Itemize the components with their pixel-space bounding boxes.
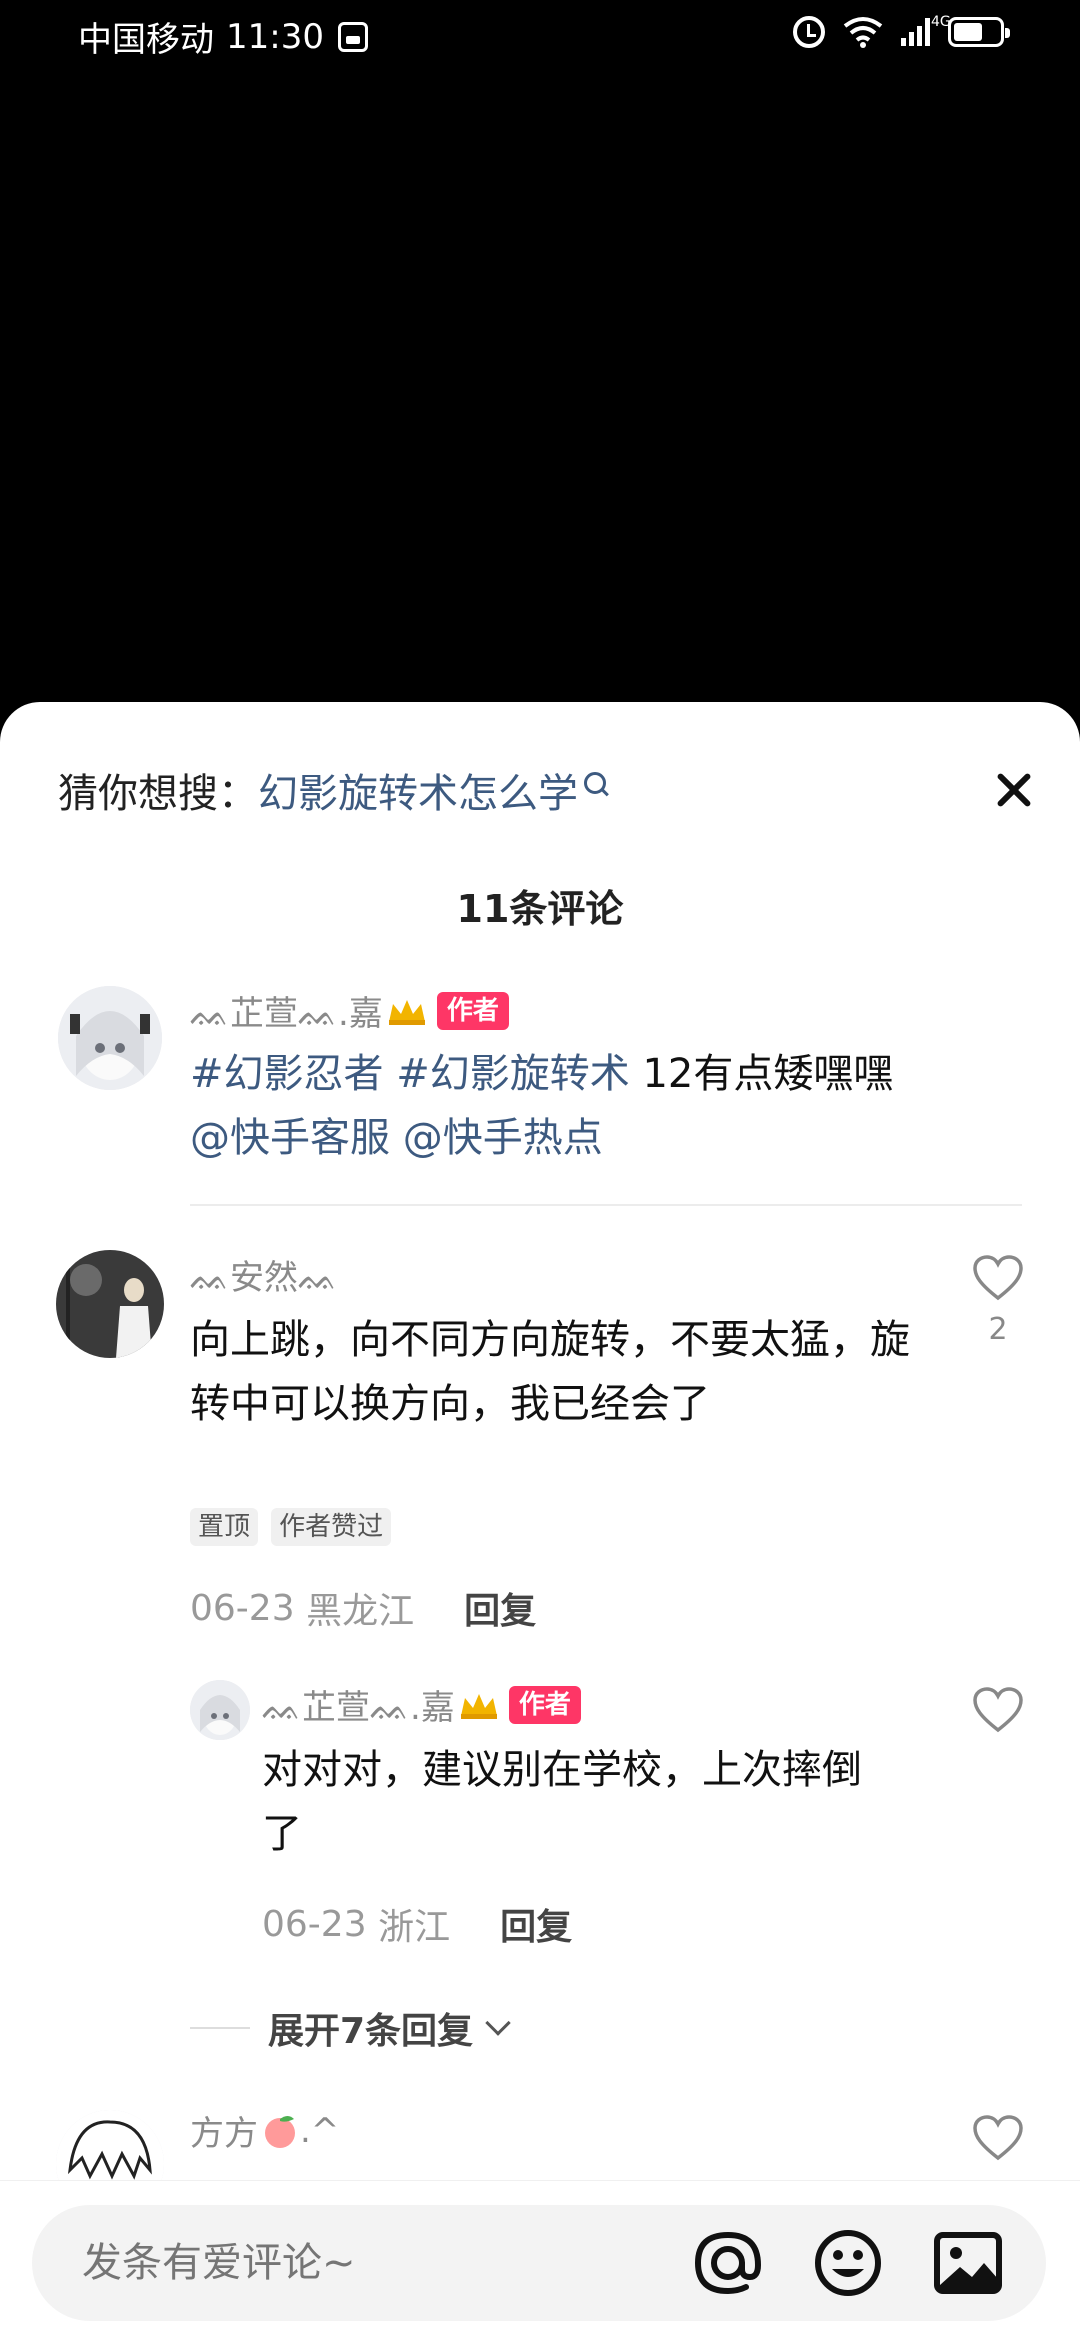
topic-link[interactable]: #幻影旋转术 bbox=[396, 1051, 630, 1097]
signal-icon: 4G bbox=[901, 14, 951, 46]
heart-icon[interactable] bbox=[972, 1686, 1024, 1734]
search-suggestion[interactable]: 猜你想搜： 幻影旋转术怎么学 bbox=[58, 760, 1040, 820]
carrier-label: 中国移动 bbox=[78, 20, 214, 60]
reply-text: 对对对，建议别在学校，上次摔倒了 bbox=[262, 1747, 862, 1857]
status-left: 中国移动 11:30 bbox=[78, 12, 368, 61]
topic-link[interactable]: #幻影忍者 bbox=[190, 1051, 384, 1097]
suggestion-term[interactable]: 幻影旋转术怎么学 bbox=[258, 761, 578, 819]
avatar[interactable] bbox=[56, 1250, 164, 1358]
post-author-name[interactable]: ᨐ芷萱ᨐ.嘉 bbox=[190, 986, 383, 1035]
comment-input[interactable] bbox=[32, 2205, 1046, 2321]
post-body: 12有点矮嘿嘿 bbox=[629, 1051, 894, 1097]
comment-input-bar bbox=[0, 2180, 1080, 2340]
pinned-tag: 置顶 bbox=[190, 1508, 259, 1546]
suggestion-label: 猜你想搜： bbox=[58, 771, 258, 817]
peach-icon bbox=[265, 2115, 295, 2148]
comment-location: 黑龙江 bbox=[306, 1591, 415, 1632]
reply-meta: 06-23 浙江 回复 bbox=[262, 1898, 572, 1950]
mention-link[interactable]: @快手客服 bbox=[190, 1115, 390, 1161]
reply-location: 浙江 bbox=[378, 1907, 451, 1948]
emoji-icon[interactable] bbox=[812, 2227, 884, 2299]
mention-icon[interactable] bbox=[692, 2227, 764, 2299]
reply-button[interactable]: 回复 bbox=[464, 1582, 536, 1634]
mention-link[interactable]: @快手热点 bbox=[403, 1115, 603, 1161]
comment-author-name[interactable]: 方方 bbox=[190, 2106, 258, 2155]
author-badge: 作者 bbox=[436, 991, 509, 1030]
expand-replies-button[interactable]: 展开7条回复 bbox=[190, 2002, 511, 2054]
alarm-icon bbox=[793, 16, 825, 48]
avatar[interactable] bbox=[58, 986, 162, 1090]
like-count: 2 bbox=[988, 1312, 1008, 1347]
sim-icon bbox=[337, 21, 368, 52]
comment-meta: 06-23 黑龙江 回复 bbox=[190, 1582, 536, 1634]
reply-button[interactable]: 回复 bbox=[500, 1898, 572, 1950]
author-liked-tag: 作者赞过 bbox=[271, 1508, 392, 1546]
nickname-suffix: .^ bbox=[300, 2110, 340, 2151]
divider bbox=[190, 1204, 1022, 1206]
comment-text: 向上跳，向不同方向旋转，不要太猛，旋转中可以换方向，我已经会了 bbox=[190, 1317, 910, 1427]
comment-author-row: ᨐ安然ᨐ bbox=[190, 1250, 338, 1299]
comment-date: 06-23 bbox=[190, 1587, 295, 1629]
clock: 11:30 bbox=[226, 16, 324, 57]
comment-sheet: 猜你想搜： 幻影旋转术怎么学 11条评论 ᨐ芷萱ᨐ.嘉 作者 #幻影忍者 #幻影… bbox=[0, 702, 1080, 2340]
heart-icon[interactable] bbox=[972, 2114, 1024, 2162]
expand-label: 展开7条回复 bbox=[268, 2011, 474, 2052]
reply-author-name[interactable]: ᨐ芷萱ᨐ.嘉 bbox=[262, 1680, 455, 1729]
status-right: 4G bbox=[793, 14, 1010, 48]
comments-count-title: 11条评论 bbox=[456, 887, 624, 931]
comment-tags: 置顶 作者赞过 bbox=[190, 1508, 399, 1546]
wifi-icon bbox=[843, 16, 883, 48]
search-icon bbox=[584, 772, 606, 794]
status-bar: 中国移动 11:30 4G bbox=[0, 0, 1080, 72]
image-icon[interactable] bbox=[932, 2227, 1004, 2299]
comment-author-row: 方方 .^ bbox=[190, 2106, 339, 2155]
close-button[interactable] bbox=[984, 760, 1044, 820]
crown-icon bbox=[460, 1693, 497, 1719]
avatar[interactable] bbox=[190, 1680, 250, 1740]
reply-date: 06-23 bbox=[262, 1903, 367, 1945]
reply-author-row: ᨐ芷萱ᨐ.嘉 作者 bbox=[262, 1680, 581, 1729]
heart-icon[interactable] bbox=[972, 1254, 1024, 1302]
crown-icon bbox=[388, 999, 425, 1025]
comment-author-name[interactable]: ᨐ安然ᨐ bbox=[190, 1250, 338, 1299]
post-text: #幻影忍者 #幻影旋转术 12有点矮嘿嘿 @快手客服 @快手热点 bbox=[190, 1042, 1030, 1170]
expand-divider bbox=[190, 2027, 250, 2029]
post-author-row: ᨐ芷萱ᨐ.嘉 作者 bbox=[190, 986, 509, 1035]
battery-icon bbox=[948, 17, 1010, 47]
author-badge: 作者 bbox=[508, 1685, 581, 1724]
chevron-down-icon bbox=[485, 2010, 511, 2036]
